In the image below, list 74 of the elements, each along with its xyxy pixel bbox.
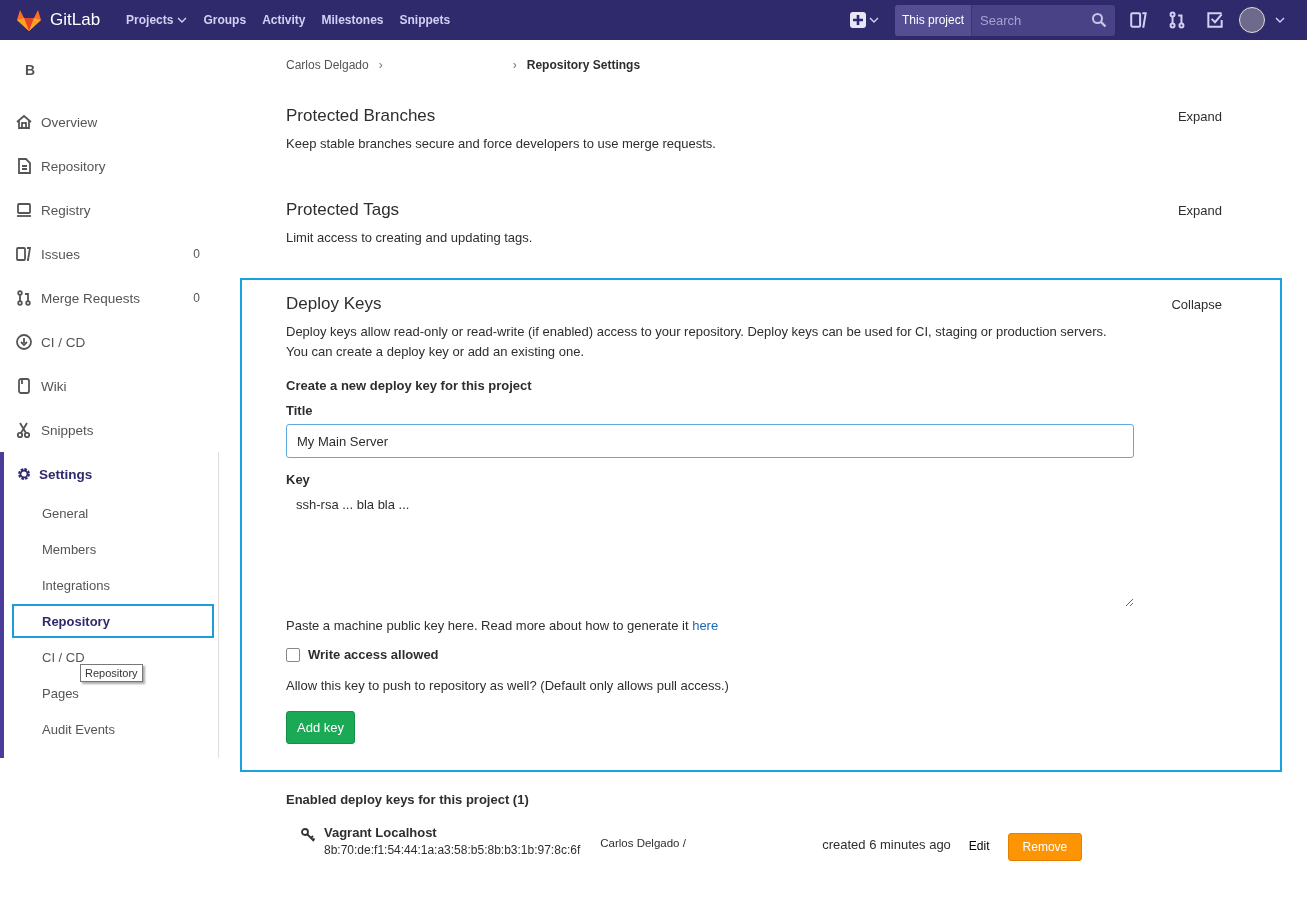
- section-title: Protected Tags: [286, 200, 400, 220]
- avatar[interactable]: [1239, 7, 1265, 33]
- merge-request-icon[interactable]: [1167, 10, 1187, 30]
- book-icon: [15, 377, 33, 395]
- sidebar-item[interactable]: Repository: [0, 144, 222, 188]
- edit-button[interactable]: Edit: [964, 835, 994, 857]
- checkbox-label[interactable]: Write access allowed: [308, 647, 439, 662]
- fox-logo-icon: [16, 8, 42, 32]
- tooltip: Repository: [80, 664, 143, 682]
- section-description: Deploy keys allow read-only or read-write (if enabled) access to your repository. Deploy keys can be used for CI, staging or production servers. You can create a deploy key or add an existing one.: [286, 323, 1108, 361]
- project-name: Carlos Delgado /: [600, 837, 687, 849]
- breadcrumb-link[interactable]: Carlos Delgado: [286, 58, 369, 72]
- logo-text[interactable]: GitLab: [50, 10, 101, 30]
- toggle-button[interactable]: Expand: [1177, 203, 1234, 218]
- section-description: Keep stable branches secure and force developers to use merge requests.: [286, 135, 717, 153]
- breadcrumb-separator: ›: [512, 58, 517, 72]
- key-name: Vagrant Localhost: [324, 825, 438, 840]
- section-description: Limit access to creating and updating tags.: [286, 229, 534, 247]
- scissors-icon: [15, 421, 33, 439]
- nav-link[interactable]: Activity: [262, 13, 306, 27]
- plus-icon[interactable]: [850, 12, 866, 28]
- toggle-button[interactable]: Collapse: [1171, 297, 1234, 312]
- created-time: created 6 minutes ago: [822, 837, 951, 852]
- checkbox-icon[interactable]: [1205, 10, 1225, 30]
- caret-icon: [177, 17, 188, 23]
- issues-icon[interactable]: [1129, 10, 1149, 30]
- caret-icon: [869, 17, 879, 23]
- sidebar-subitem[interactable]: Audit Events: [12, 712, 214, 746]
- nav-link[interactable]: Milestones: [321, 13, 384, 27]
- sidebar-item[interactable]: Merge Requests 0: [0, 276, 222, 320]
- sidebar-item[interactable]: Overview: [0, 100, 222, 144]
- sidebar-subitem[interactable]: General: [12, 496, 214, 530]
- section-title: Deploy Keys: [286, 294, 382, 314]
- key-fingerprint: 8b:70:de:f1:54:44:1a:a3:58:b5:8b:b3:1b:97:8c:6f: [324, 843, 581, 857]
- sidebar-item[interactable]: Snippets: [0, 408, 222, 452]
- form-heading: Create a new deploy key for this project: [286, 378, 533, 393]
- help-text: Paste a machine public key here. Read more about how to generate it here: [286, 618, 720, 633]
- sidebar-subitem[interactable]: Members: [12, 532, 214, 566]
- breadcrumb-separator: ›: [378, 58, 383, 72]
- list-heading: Enabled deploy keys for this project (1): [286, 792, 530, 807]
- sidebar-item[interactable]: Registry: [0, 188, 222, 232]
- sidebar-subitem[interactable]: Integrations: [12, 568, 214, 602]
- settings-icon: [15, 465, 33, 483]
- laptop-icon: [15, 201, 33, 219]
- field-label: Title: [286, 403, 314, 418]
- breadcrumb-current: Repository Settings: [526, 58, 641, 72]
- count: 0: [193, 247, 200, 261]
- field-label: Key: [286, 472, 311, 487]
- sidebar-item[interactable]: CI / CD: [0, 320, 222, 364]
- nav-link[interactable]: Snippets: [399, 13, 451, 27]
- search-scope[interactable]: This project: [895, 4, 973, 36]
- sidebar-item[interactable]: Wiki: [0, 364, 222, 408]
- checkbox[interactable]: [286, 647, 300, 662]
- caret-icon: [1275, 17, 1285, 23]
- title-input-field[interactable]: My Main Server: [286, 424, 1134, 458]
- sidebar-item[interactable]: Settings: [4, 452, 218, 496]
- nav-link[interactable]: Groups: [203, 13, 247, 27]
- here-link[interactable]: here: [692, 618, 719, 633]
- search-field[interactable]: Search: [972, 4, 1083, 36]
- count: 0: [193, 291, 200, 305]
- issues-icon: [15, 245, 33, 263]
- key-icon: [300, 827, 316, 843]
- sidebar-subitem[interactable]: Repository: [12, 604, 214, 638]
- merge-request-icon: [15, 289, 33, 307]
- search-bar[interactable]: This project Search: [895, 4, 1115, 36]
- toggle-button[interactable]: Expand: [1177, 109, 1234, 124]
- project-letter: B: [24, 62, 37, 78]
- home-icon: [15, 113, 33, 131]
- search-icon[interactable]: [1091, 11, 1107, 28]
- section-title: Protected Branches: [286, 106, 436, 126]
- nav-link[interactable]: Projects: [126, 13, 188, 27]
- help-text: Allow this key to push to repository as well? (Default only allows pull access.): [286, 678, 730, 693]
- sidebar-item[interactable]: Issues 0: [0, 232, 222, 276]
- document-icon: [15, 157, 33, 175]
